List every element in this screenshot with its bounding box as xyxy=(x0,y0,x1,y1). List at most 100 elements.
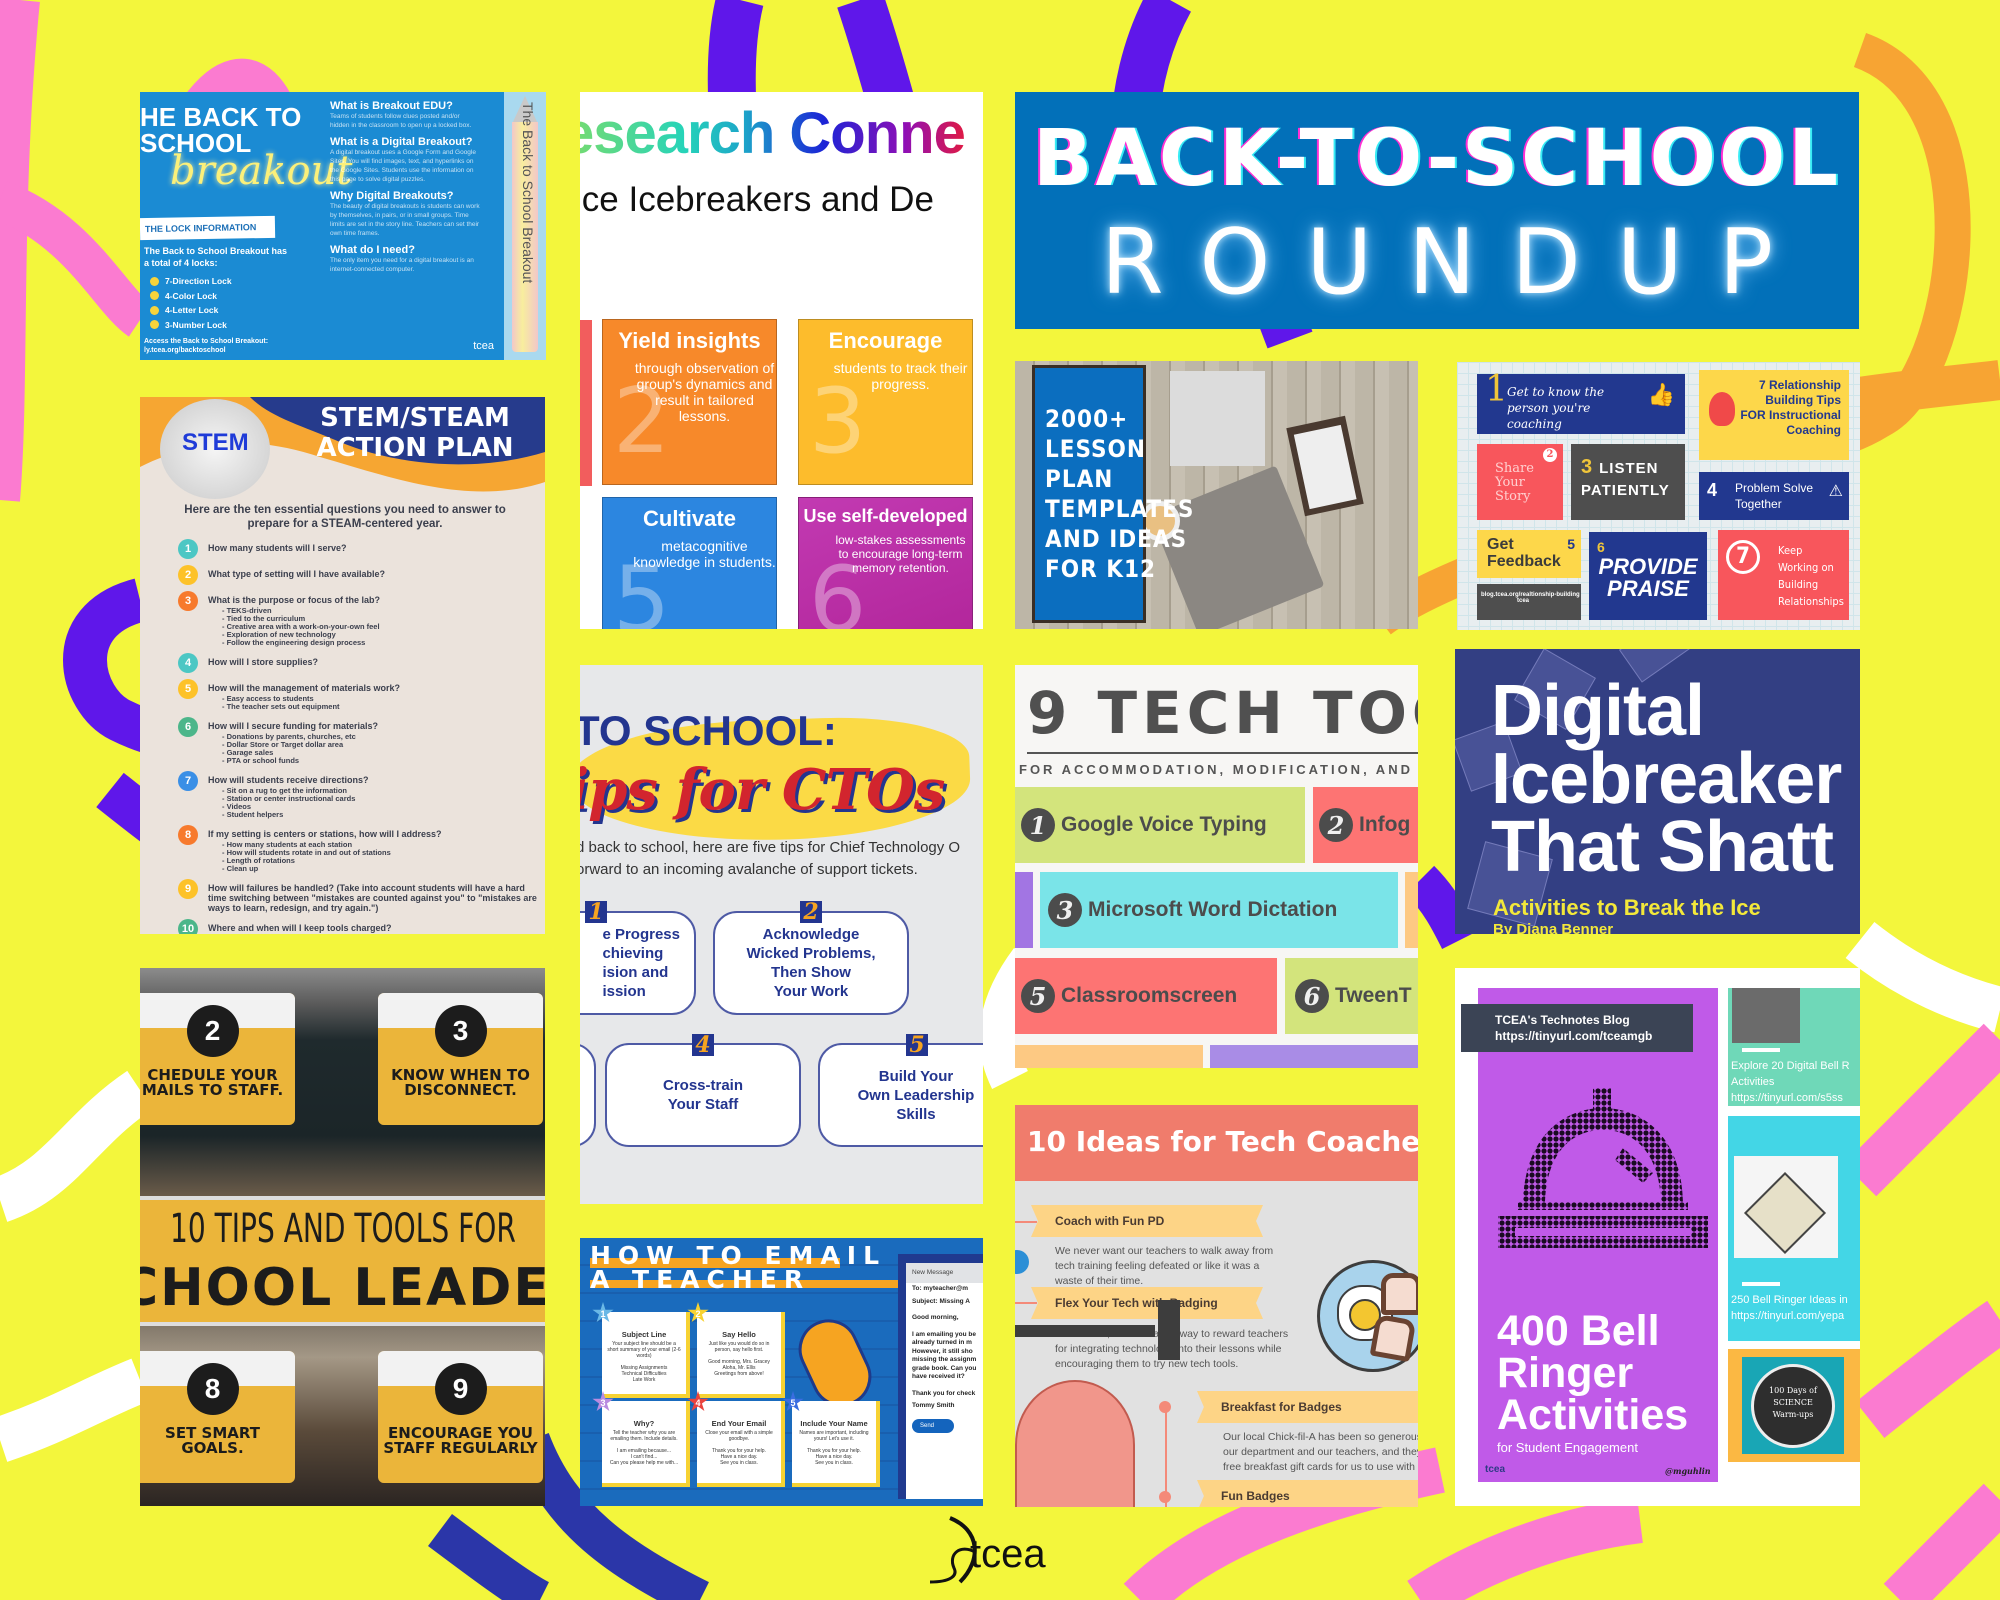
number-badge: 4 xyxy=(178,653,198,673)
card-lesson-plan-templates[interactable]: 2000+ LESSON PLAN TEMPLATES AND IDEAS FO… xyxy=(1015,361,1418,629)
icebreakers-subtitle: Activities to Break the Ice xyxy=(1493,895,1761,920)
question-text: How will students receive directions? xyxy=(208,775,369,785)
stem-question: 1 How many students will I serve? xyxy=(178,539,538,559)
question-text: If my setting is centers or stations, ho… xyxy=(208,829,442,839)
stem-question: 3 What is the purpose or focus of the lab… xyxy=(178,591,538,647)
number-badge: 5 xyxy=(1021,979,1055,1013)
tip-number: 2 xyxy=(800,901,822,923)
number-badge: 10 xyxy=(178,919,198,934)
card-digital-icebreakers[interactable]: Digital Icebreaker That Shatt Activities… xyxy=(1455,649,1860,934)
tcea-logo: tcea xyxy=(920,1510,1090,1585)
qa-question: Why Digital Breakouts? xyxy=(330,190,454,202)
card-research-connections[interactable]: esearch Conne ice Icebreakers and De Yie… xyxy=(580,92,983,629)
coach-header: 10 Ideas for Tech Coaches xyxy=(1015,1105,1418,1181)
tip-number: 4 xyxy=(692,1034,714,1056)
tip-tile: 6 PROVIDE PRAISE xyxy=(1589,532,1707,620)
step-heading: Include Your Name xyxy=(800,1419,868,1428)
trophy-icon xyxy=(1015,1250,1029,1274)
question-text: How will the management of materials wor… xyxy=(208,683,401,693)
check-icon xyxy=(150,291,159,301)
lock-info-label: THE LOCK INFORMATION xyxy=(140,215,276,241)
qa-question: What do I need? xyxy=(330,244,415,256)
card-relationship-tips[interactable]: 1 Get to know the person you're coaching… xyxy=(1457,362,1860,630)
question-subpoints: - Sit on a rug to get the information - S… xyxy=(222,787,369,819)
swoosh-orange-right2 xyxy=(1836,360,2000,420)
tools-subtitle: FOR ACCOMMODATION, MODIFICATION, AND I xyxy=(1019,762,1418,777)
tool-item: 1 Google Voice Typing xyxy=(1015,787,1305,863)
swoosh-white-left xyxy=(0,1070,154,1462)
card-bell-ringer-activities[interactable]: TCEA's Technotes Blog https://tinyurl.com… xyxy=(1455,968,1860,1506)
cto-tip: Cross-train Your Staff xyxy=(605,1043,801,1147)
stem-question: 5 How will the management of materials wo… xyxy=(178,679,538,711)
question-subpoints: - Donations by parents, churches, etc - D… xyxy=(222,733,378,765)
thumbnail-image xyxy=(1732,988,1800,1043)
tcea-logo: tcea xyxy=(1485,1464,1506,1475)
science-warmups-image: 100 Days of SCIENCE Warm-ups xyxy=(1742,1357,1844,1454)
card-back-to-school-breakout[interactable]: HE BACK TO SCHOOL breakout THE LOCK INFO… xyxy=(140,92,546,360)
research-box: Cultivate metacognitive knowledge in stu… xyxy=(602,497,777,629)
number-badge: 5 xyxy=(178,679,198,699)
author-handle: @mguhlin xyxy=(1665,1466,1711,1476)
step-heading: Say Hello xyxy=(722,1330,756,1339)
tip-tile: 1 Get to know the person you're coaching… xyxy=(1477,372,1685,434)
card-9-tech-tools[interactable]: 9 TECH TOO FOR ACCOMMODATION, MODIFICATI… xyxy=(1015,665,1418,1068)
question-subpoints: - TEKS-driven - Tied to the curriculum - C… xyxy=(222,607,380,647)
card-school-leaders[interactable]: 2 CHEDULE YOUR MAILS TO STAFF. 3 KNOW WH… xyxy=(140,968,545,1506)
icebreakers-byline: By Diana Benner xyxy=(1493,921,1614,934)
card-ideas-for-tech-coaches[interactable]: 10 Ideas for Tech Coaches Coach with Fun… xyxy=(1015,1105,1418,1507)
brain-icon xyxy=(1015,1380,1135,1507)
question-text: How will I store supplies? xyxy=(208,657,319,667)
tip-tile: 7 Relationship Building Tips FOR Instruc… xyxy=(1699,370,1849,460)
lesson-title: 2000+ LESSON PLAN TEMPLATES AND IDEAS FO… xyxy=(1045,405,1195,583)
research-subtitle: ice Icebreakers and De xyxy=(580,180,934,219)
barbell-icon xyxy=(1015,1325,1155,1337)
number-badge: 1 xyxy=(1021,808,1055,842)
question-subpoints: - How many students at each station - How… xyxy=(222,841,442,873)
section-text: We never want our teachers to walk away … xyxy=(1055,1245,1274,1287)
question-text: How many students will I serve? xyxy=(208,543,347,553)
check-icon xyxy=(150,305,159,315)
message-header: New Message xyxy=(906,1263,983,1283)
stem-question: 4 How will I store supplies? xyxy=(178,653,538,673)
step-example: I am emailing because... I can't find...… xyxy=(609,1448,679,1466)
lock-item: 3-Number Lock xyxy=(150,318,232,333)
tip-tile: 4 Problem Solve Together ⚠ xyxy=(1699,472,1849,520)
subpoint: - Follow the engineering design process xyxy=(222,638,366,647)
step-body: Names are important, including yours! Le… xyxy=(799,1430,869,1442)
email-step: 1 Subject Line Your subject line should be… xyxy=(592,1302,690,1398)
toast-icon xyxy=(1369,1313,1417,1363)
swoosh-pink-left xyxy=(0,0,40,502)
card-tips-for-ctos[interactable]: TO SCHOOL: ips for CTOs d back to school… xyxy=(580,665,983,1204)
email-step: 3 Why? Tell the teacher why you are emaili… xyxy=(592,1391,690,1487)
tip-tile: Get Feedback 5 xyxy=(1477,530,1581,578)
stem-question: 8 If my setting is centers or stations, h… xyxy=(178,825,538,873)
number-badge: 7 xyxy=(178,771,198,791)
card-stem-action-plan[interactable]: STEM STEM/STEAM ACTION PLAN Here are the… xyxy=(140,397,545,934)
research-box: Yield insights through observation of gr… xyxy=(602,319,777,485)
stem-title: STEM/STEAM ACTION PLAN xyxy=(316,403,514,463)
tools-title: 9 TECH TOO xyxy=(1027,679,1418,747)
number-badge: 8 xyxy=(178,825,198,845)
step-body: Your subject line should be a short summ… xyxy=(607,1341,681,1359)
tip-note: 9 ENCOURAGE YOU STAFF REGULARLY xyxy=(378,1351,543,1483)
section-tag: Breakfast for Badges xyxy=(1197,1391,1418,1423)
cto-tip: Acknowledge Wicked Problems, Then Show Y… xyxy=(713,911,909,1015)
check-icon xyxy=(150,320,159,330)
step-example: Good morning, Mrs. Gracey Aloha, Mr. Ell… xyxy=(708,1359,770,1377)
question-text: What is the purpose or focus of the lab? xyxy=(208,595,381,605)
card-how-to-email-a-teacher[interactable]: HOW TO EMAIL A TEACHER 1 Subject Line Your … xyxy=(580,1238,983,1506)
leaders-title-band: 10 TIPS AND TOOLS FOR CHOOL LEADER xyxy=(140,1196,545,1326)
stem-question-list: 1 How many students will I serve? 2 What ty… xyxy=(178,539,538,934)
number-badge: 3 xyxy=(1048,893,1082,927)
qa-answer: The only item you need for a digital bre… xyxy=(330,257,474,273)
number-badge: 1 xyxy=(178,539,198,559)
step-heading: End Your Email xyxy=(711,1419,767,1428)
swoosh-purple-right xyxy=(1405,865,1478,949)
step-example: Thank you for your help. Have a nice day… xyxy=(712,1448,766,1466)
side-tile: Explore 20 Digital Bell R Activities htt… xyxy=(1728,988,1860,1106)
question-subpoints: - Easy access to students - The teacher s… xyxy=(222,695,400,711)
lesson-panel: 2000+ LESSON PLAN TEMPLATES AND IDEAS FO… xyxy=(1032,365,1193,623)
breakout-script: breakout xyxy=(170,148,353,194)
step-heading: Why? xyxy=(633,1419,655,1428)
breakout-qa: What is Breakout EDU? Teams of students … xyxy=(330,94,480,274)
